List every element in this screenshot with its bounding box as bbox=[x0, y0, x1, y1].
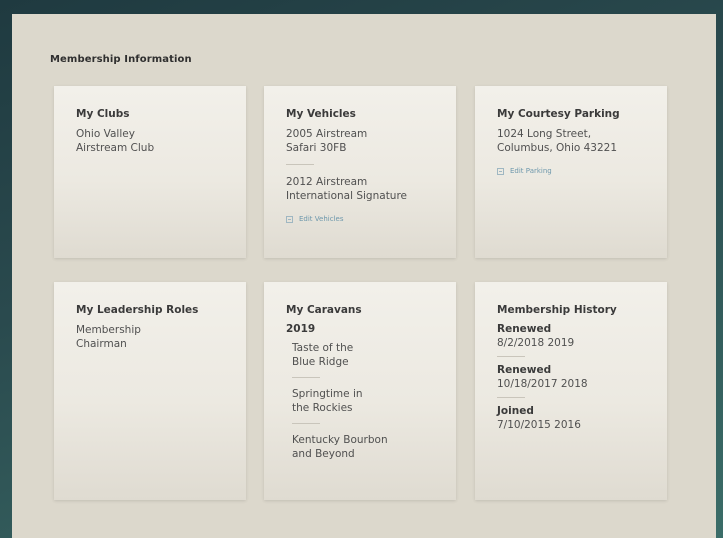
caravan-line: and Beyond bbox=[292, 448, 355, 460]
history-entry: Joined 7/10/2015 2016 bbox=[497, 405, 649, 432]
parking-line: 1024 Long Street, bbox=[497, 128, 592, 140]
clubs-card: My Clubs Ohio Valley Airstream Club bbox=[54, 86, 246, 258]
parking-line: Columbus, Ohio 43221 bbox=[497, 142, 618, 154]
edit-parking-link[interactable]: Edit Parking bbox=[497, 167, 649, 175]
edit-vehicles-link[interactable]: Edit Vehicles bbox=[286, 215, 438, 223]
caravan-item: Springtime in the Rockies bbox=[286, 387, 438, 415]
caravan-line: Springtime in bbox=[292, 388, 363, 400]
vehicle-line: International Signature bbox=[286, 190, 408, 202]
divider bbox=[497, 397, 525, 398]
history-date: 10/18/2017 2018 bbox=[497, 378, 588, 390]
leadership-card: My Leadership Roles Membership Chairman bbox=[54, 282, 246, 500]
leadership-line: Membership bbox=[76, 324, 141, 336]
leadership-title: My Leadership Roles bbox=[76, 304, 199, 316]
caravan-line: Blue Ridge bbox=[292, 356, 349, 368]
clubs-title: My Clubs bbox=[76, 108, 130, 120]
section-title: Membership Information bbox=[50, 54, 192, 65]
caravan-item: Taste of the Blue Ridge bbox=[286, 341, 438, 369]
vehicle-item: 2012 Airstream International Signature bbox=[286, 175, 438, 203]
clubs-line: Airstream Club bbox=[76, 142, 155, 154]
leadership-line: Chairman bbox=[76, 338, 127, 350]
vehicle-item: 2005 Airstream Safari 30FB bbox=[286, 127, 438, 155]
caravan-item: Kentucky Bourbon and Beyond bbox=[286, 433, 438, 461]
edit-icon bbox=[286, 215, 293, 223]
divider bbox=[292, 377, 320, 378]
caravan-line: Taste of the bbox=[292, 342, 354, 354]
history-card: Membership History Renewed 8/2/2018 2019… bbox=[475, 282, 667, 500]
vehicles-card: My Vehicles 2005 Airstream Safari 30FB 2… bbox=[264, 86, 456, 258]
vehicle-line: Safari 30FB bbox=[286, 142, 347, 154]
clubs-line: Ohio Valley bbox=[76, 128, 135, 140]
parking-card: My Courtesy Parking 1024 Long Street, Co… bbox=[475, 86, 667, 258]
parking-title: My Courtesy Parking bbox=[497, 108, 620, 120]
edit-parking-label: Edit Parking bbox=[510, 167, 552, 175]
history-date: 7/10/2015 2016 bbox=[497, 419, 581, 431]
caravans-title: My Caravans bbox=[286, 304, 362, 316]
history-date: 8/2/2018 2019 bbox=[497, 337, 575, 349]
membership-panel: Membership Information My Clubs Ohio Val… bbox=[12, 14, 716, 538]
history-status: Joined bbox=[497, 405, 534, 417]
caravans-card: My Caravans 2019 Taste of the Blue Ridge… bbox=[264, 282, 456, 500]
history-entry: Renewed 10/18/2017 2018 bbox=[497, 364, 649, 391]
divider bbox=[292, 423, 320, 424]
divider bbox=[497, 356, 525, 357]
history-title: Membership History bbox=[497, 304, 617, 316]
caravan-line: Kentucky Bourbon bbox=[292, 434, 388, 446]
history-status: Renewed bbox=[497, 323, 552, 335]
vehicle-line: 2005 Airstream bbox=[286, 128, 368, 140]
vehicles-title: My Vehicles bbox=[286, 108, 356, 120]
caravan-year: 2019 bbox=[286, 323, 316, 335]
history-entry: Renewed 8/2/2018 2019 bbox=[497, 323, 649, 350]
caravan-line: the Rockies bbox=[292, 402, 353, 414]
vehicle-line: 2012 Airstream bbox=[286, 176, 368, 188]
edit-icon bbox=[497, 167, 504, 175]
divider bbox=[286, 164, 314, 165]
edit-vehicles-label: Edit Vehicles bbox=[299, 215, 344, 223]
history-status: Renewed bbox=[497, 364, 552, 376]
